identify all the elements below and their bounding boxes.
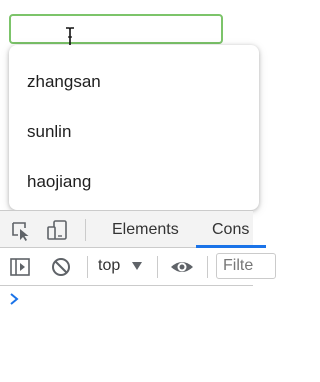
eye-icon[interactable]	[169, 256, 195, 278]
toolbar-divider	[85, 219, 86, 241]
autocomplete-dropdown: zhangsan sunlin haojiang	[9, 45, 259, 210]
chevron-down-icon	[132, 262, 142, 270]
devtools-tab-bar: Elements Cons	[0, 210, 266, 248]
tab-elements[interactable]: Elements	[112, 211, 179, 248]
execution-context-select[interactable]: top	[98, 256, 120, 276]
toolbar-divider	[87, 256, 88, 278]
name-input[interactable]	[9, 14, 223, 44]
autocomplete-option[interactable]: haojiang	[27, 172, 91, 192]
page-area: zhangsan sunlin haojiang	[0, 0, 259, 210]
device-toolbar-icon[interactable]	[46, 219, 68, 241]
toolbar-divider	[207, 256, 208, 278]
toolbar-divider	[157, 256, 158, 278]
text-cursor-icon	[66, 27, 74, 47]
autocomplete-option[interactable]: sunlin	[27, 122, 71, 142]
show-sidebar-icon[interactable]	[9, 256, 31, 278]
console-prompt-icon[interactable]	[8, 292, 20, 306]
console-filter-input[interactable]: Filte	[216, 253, 276, 279]
autocomplete-option[interactable]: zhangsan	[27, 72, 101, 92]
tab-console[interactable]: Cons	[212, 211, 249, 248]
inspect-element-icon[interactable]	[10, 220, 32, 242]
clear-console-icon[interactable]	[50, 256, 72, 278]
console-toolbar: top Filte	[0, 248, 276, 286]
devtools-panel: Elements Cons top Filte	[0, 210, 276, 382]
